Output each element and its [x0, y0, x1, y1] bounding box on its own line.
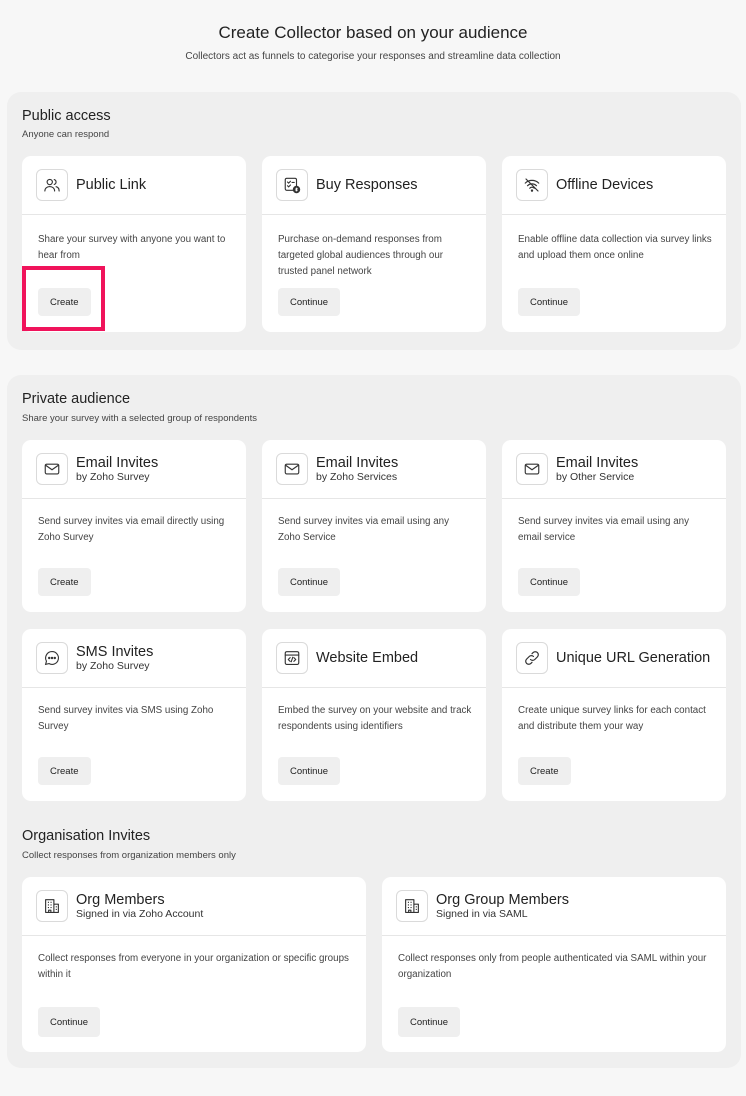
- public-access-section: Public access Anyone can respond Public …: [7, 92, 741, 350]
- section-title: Private audience: [22, 391, 131, 407]
- card-subtitle: by Zoho Survey: [76, 471, 150, 483]
- unique-url-generation-card: Unique URL Generation Create unique surv…: [502, 629, 726, 801]
- card-subtitle: Signed in via SAML: [436, 908, 528, 920]
- card-description: Embed the survey on your website and tra…: [278, 705, 472, 732]
- card-description: Share your survey with anyone you want t…: [38, 234, 226, 261]
- section-subtitle: Anyone can respond: [22, 129, 110, 140]
- card-description: Create unique survey links for each cont…: [518, 705, 706, 732]
- link-icon: [516, 642, 548, 674]
- section-subtitle: Collect responses from organization memb…: [22, 850, 236, 861]
- card-description: Send survey invites via email directly u…: [38, 516, 225, 543]
- section-title: Organisation Invites: [22, 828, 151, 844]
- checklist-dollar-icon: [276, 169, 308, 201]
- offline-devices-card: Offline Devices Enable offline data coll…: [502, 156, 726, 332]
- card-title: Public Link: [76, 177, 147, 193]
- mail-icon: [36, 453, 68, 485]
- offline-devices-continue-button[interactable]: Continue: [518, 288, 581, 316]
- section-subtitle: Share your survey with a selected group …: [22, 413, 257, 424]
- website-embed-card: Website Embed Embed the survey on your w…: [262, 629, 486, 801]
- card-subtitle: Signed in via Zoho Account: [76, 908, 204, 920]
- card-description: Enable offline data collection via surve…: [518, 234, 712, 261]
- card-description: Purchase on-demand responses from target…: [278, 234, 444, 277]
- card-title: Email Invites: [316, 455, 399, 471]
- org-members-card: Org Members Signed in via Zoho Account C…: [22, 877, 366, 1052]
- page-title: Create Collector based on your audience: [218, 23, 528, 42]
- email-invites-zoho-survey-card: Email Invites by Zoho Survey Send survey…: [22, 440, 246, 612]
- highlight-box: [22, 266, 105, 331]
- org-group-members-continue-button[interactable]: Continue: [398, 1007, 461, 1037]
- mail-icon: [516, 453, 548, 485]
- card-title: Org Group Members: [436, 892, 569, 908]
- building-icon: [36, 890, 68, 922]
- card-title: Website Embed: [316, 650, 419, 666]
- card-subtitle: by Other Service: [556, 471, 635, 483]
- users-icon: [36, 169, 68, 201]
- card-title: Offline Devices: [556, 177, 654, 193]
- email-invites-other-service-card: Email Invites by Other Service Send surv…: [502, 440, 726, 612]
- buy-responses-continue-button[interactable]: Continue: [278, 288, 341, 316]
- mail-icon: [276, 453, 308, 485]
- card-title: SMS Invites: [76, 644, 154, 660]
- private-audience-section: Private audience Share your survey with …: [7, 375, 741, 1068]
- card-description: Send survey invites via email using any …: [278, 516, 449, 543]
- sms-invites-card: SMS Invites by Zoho Survey Send survey i…: [22, 629, 246, 801]
- card-title: Org Members: [76, 892, 165, 908]
- email-invites-zoho-services-card: Email Invites by Zoho Services Send surv…: [262, 440, 486, 612]
- unique-url-generation-create-button[interactable]: Create: [518, 757, 571, 785]
- card-title: Buy Responses: [316, 177, 418, 193]
- email-invites-zoho-survey-create-button[interactable]: Create: [38, 568, 91, 596]
- building-icon: [396, 890, 428, 922]
- card-title: Unique URL Generation: [556, 650, 711, 666]
- section-title: Public access: [22, 108, 111, 124]
- website-embed-continue-button[interactable]: Continue: [278, 757, 341, 785]
- buy-responses-card: Buy Responses Purchase on-demand respons…: [262, 156, 486, 332]
- code-window-icon: [276, 642, 308, 674]
- wifi-off-icon: [516, 169, 548, 201]
- card-title: Email Invites: [76, 455, 159, 471]
- page-subtitle: Collectors act as funnels to categorise …: [185, 51, 561, 62]
- sms-invites-create-button[interactable]: Create: [38, 757, 91, 785]
- card-description: Collect responses only from people authe…: [398, 953, 707, 980]
- email-invites-other-service-continue-button[interactable]: Continue: [518, 568, 581, 596]
- org-members-continue-button[interactable]: Continue: [38, 1007, 101, 1037]
- card-title: Email Invites: [556, 455, 639, 471]
- chat-bubble-icon: [36, 642, 68, 674]
- card-description: Send survey invites via email using any …: [518, 516, 689, 543]
- card-description: Collect responses from everyone in your …: [38, 953, 349, 980]
- card-description: Send survey invites via SMS using Zoho S…: [38, 705, 214, 732]
- card-subtitle: by Zoho Survey: [76, 660, 150, 672]
- email-invites-zoho-services-continue-button[interactable]: Continue: [278, 568, 341, 596]
- org-group-members-card: Org Group Members Signed in via SAML Col…: [382, 877, 726, 1052]
- card-subtitle: by Zoho Services: [316, 471, 398, 483]
